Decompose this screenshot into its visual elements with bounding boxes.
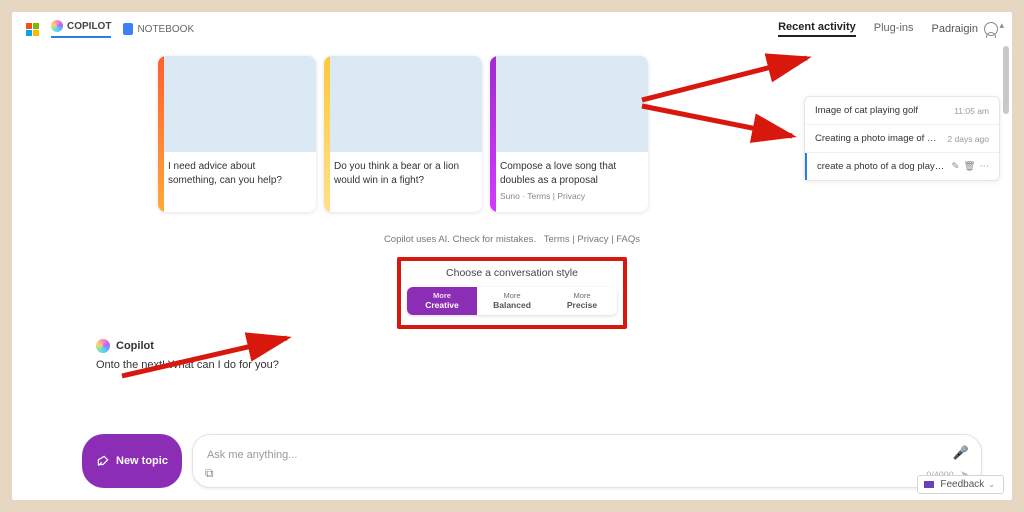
card-thumbnail [490,56,648,152]
style-option-bot: Precise [551,301,613,310]
agent-name: Copilot [116,340,154,352]
tab-copilot[interactable]: COPILOT [51,20,111,38]
username-label: Padraigin [932,23,978,35]
chevron-down-icon: ⌄ [988,480,995,489]
user-menu[interactable]: Padraigin [932,22,998,36]
edit-icon[interactable]: ✎ [951,161,959,172]
image-attach-icon[interactable]: ⧉ [205,466,214,481]
recent-item[interactable]: Creating a photo image of a tropical be … [805,125,999,153]
agent-header: Copilot [96,339,716,353]
delete-icon[interactable]: 🗑 [963,161,975,172]
card-accent [490,56,496,212]
agent-greeting: Onto the next! What can I do for you? [96,359,716,371]
compose-row: New topic ⧉ 🎤 0/4000 ➤ [82,434,982,488]
card-caption: Do you think a bear or a lion would win … [324,152,482,197]
tab-notebook[interactable]: NOTEBOOK [123,23,194,35]
style-option-bot: Balanced [481,301,543,310]
feedback-label: Feedback [940,479,984,490]
main-content: I need advice about something, can you h… [12,56,1012,500]
header-left: COPILOT NOTEBOOK [26,20,194,38]
recent-item-title: Image of cat playing golf [815,105,948,116]
style-option-top: More [481,292,543,300]
suggestion-card[interactable]: Do you think a bear or a lion would win … [324,56,482,212]
microsoft-logo-icon [26,23,39,36]
broom-icon [96,454,110,468]
mic-icon[interactable]: 🎤 [953,445,969,461]
card-accent [158,56,164,212]
recent-item-active[interactable]: create a photo of a dog playing a g ✎ 🗑 … [805,153,999,180]
suggestion-card[interactable]: Compose a love song that doubles as a pr… [490,56,648,212]
notebook-icon [123,23,133,35]
style-option-precise[interactable]: More Precise [547,287,617,315]
recent-item-title: Creating a photo image of a tropical be [815,133,941,144]
copilot-label: COPILOT [67,21,111,32]
privacy-link[interactable]: Privacy [577,234,608,245]
disclaimer-text: Copilot uses AI. Check for mistakes. [384,234,536,245]
card-accent [324,56,330,212]
card-caption-text: Compose a love song that doubles as a pr… [500,161,616,186]
tab-plugins[interactable]: Plug-ins [874,22,914,36]
new-topic-label: New topic [116,455,168,467]
ai-disclaimer: Copilot uses AI. Check for mistakes. Ter… [26,234,998,245]
style-option-top: More [411,292,473,300]
recent-item-actions: ✎ 🗑 ⋯ [951,161,989,172]
feedback-button[interactable]: Feedback ⌄ [917,475,1004,494]
card-caption: I need advice about something, can you h… [158,152,316,197]
copilot-swirl-icon [96,339,110,353]
recent-item-time: 11:05 am [954,106,989,116]
terms-link[interactable]: Terms [544,234,570,245]
notebook-label: NOTEBOOK [137,24,194,35]
faqs-link[interactable]: FAQs [616,234,640,245]
copilot-swirl-icon [51,20,63,32]
prompt-input[interactable] [207,449,931,461]
suggestion-card[interactable]: I need advice about something, can you h… [158,56,316,212]
card-thumbnail [324,56,482,152]
card-subcaption: Suno · Terms | Privacy [500,191,638,202]
card-thumbnail [158,56,316,152]
style-picker-highlight: Choose a conversation style More Creativ… [397,257,627,329]
avatar-icon [984,22,998,36]
style-picker-title: Choose a conversation style [407,267,617,279]
app-header: COPILOT NOTEBOOK Recent activity Plug-in… [12,12,1012,46]
style-option-creative[interactable]: More Creative [407,287,477,315]
recent-item-time: 2 days ago [947,134,989,144]
app-window: ▴ COPILOT NOTEBOOK Recent activity Plug-… [12,12,1012,500]
style-option-bot: Creative [411,301,473,310]
card-caption: Compose a love song that doubles as a pr… [490,152,648,212]
header-right: Recent activity Plug-ins Padraigin [778,21,998,37]
recent-item[interactable]: Image of cat playing golf 11:05 am [805,97,999,125]
compose-right-icons: 🎤 [953,445,969,461]
style-picker: More Creative More Balanced More Precise [407,287,617,315]
tab-recent-activity[interactable]: Recent activity [778,21,856,37]
style-option-top: More [551,292,613,300]
style-option-balanced[interactable]: More Balanced [477,287,547,315]
recent-activity-panel: Image of cat playing golf 11:05 am Creat… [804,96,1000,181]
collapse-caret[interactable]: ▴ [999,20,1004,31]
chat-area: Copilot Onto the next! What can I do for… [96,339,716,371]
recent-item-title: create a photo of a dog playing a g [817,161,945,172]
new-topic-button[interactable]: New topic [82,434,182,488]
compose-box[interactable]: ⧉ 🎤 0/4000 ➤ [192,434,982,488]
more-icon[interactable]: ⋯ [980,161,990,172]
compose-bottom-icons: ⧉ [205,466,214,481]
